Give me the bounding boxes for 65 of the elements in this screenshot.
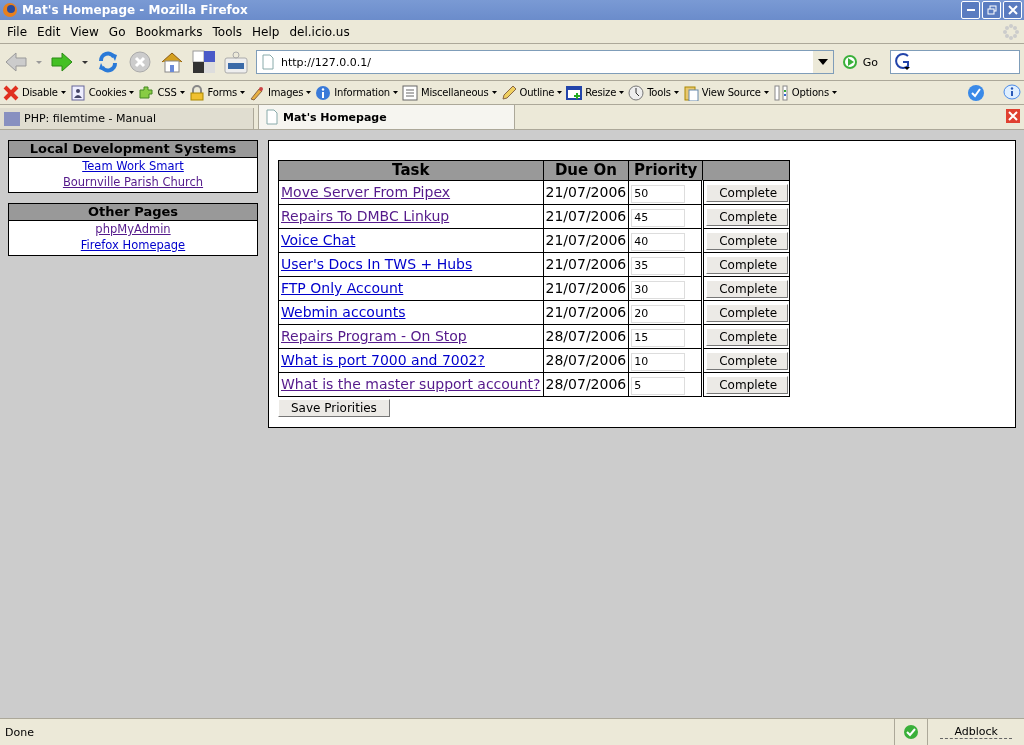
toolbar-menu-button[interactable]: Options <box>772 84 837 101</box>
due-date-cell: 21/07/2006 <box>543 204 629 229</box>
toolbar-menu-button[interactable]: Information <box>315 84 398 101</box>
complete-button[interactable]: Complete <box>706 352 789 370</box>
due-date-cell: 21/07/2006 <box>543 180 629 205</box>
priority-input[interactable]: 30 <box>631 280 686 299</box>
toolbar-menu-button[interactable]: Forms <box>188 84 245 101</box>
address-field[interactable]: http://127.0.0.1/ <box>256 50 834 74</box>
due-date-cell: 28/07/2006 <box>543 372 629 397</box>
priority-input[interactable]: 45 <box>631 208 686 227</box>
toolbar-menu-button[interactable]: Images <box>248 84 312 101</box>
toolbar-menu-button[interactable]: Outline <box>500 84 563 101</box>
column-header: Task <box>278 160 544 181</box>
toolbar-menu-button[interactable]: Cookies <box>69 84 135 101</box>
menu-item[interactable]: Tools <box>209 24 250 39</box>
complete-button[interactable]: Complete <box>706 304 789 322</box>
menu-item[interactable]: Bookmarks <box>132 24 210 39</box>
due-date-cell: 28/07/2006 <box>543 348 629 373</box>
status-text: Done <box>5 725 35 739</box>
complete-button[interactable]: Complete <box>706 208 789 226</box>
column-header: Due On <box>543 160 629 181</box>
toolbar-menu-button[interactable]: Resize <box>566 84 625 101</box>
menu-item[interactable]: Edit <box>34 24 68 39</box>
menu-item[interactable]: File <box>4 24 35 39</box>
complete-button[interactable]: Complete <box>706 232 789 250</box>
due-date-cell: 21/07/2006 <box>543 252 629 277</box>
browser-tab[interactable]: PHP: filemtime - Manual <box>0 108 254 129</box>
save-priorities-button[interactable]: Save Priorities <box>278 399 390 417</box>
window-title: Mat's Homepage - Mozilla Firefox <box>22 3 249 17</box>
toolbar-menu-button[interactable]: Miscellaneous <box>402 84 497 101</box>
task-link[interactable]: Voice Chat <box>281 232 356 248</box>
toolbar-menu-button[interactable]: Disable <box>3 84 66 101</box>
menu-item[interactable]: Go <box>105 24 133 39</box>
priority-input[interactable]: 35 <box>631 256 686 275</box>
toolbar-menu-button[interactable]: CSS <box>138 84 185 101</box>
sidebar-link[interactable]: Team Work Smart <box>82 158 184 174</box>
sidebar-link[interactable]: Bournville Parish Church <box>62 174 204 190</box>
sidebar-link[interactable]: phpMyAdmin <box>95 221 171 237</box>
due-date-cell: 21/07/2006 <box>543 228 629 253</box>
complete-button[interactable]: Complete <box>706 280 789 298</box>
priority-input[interactable]: 50 <box>631 184 686 203</box>
complete-button[interactable]: Complete <box>706 376 789 394</box>
priority-input[interactable]: 20 <box>631 304 686 323</box>
complete-button[interactable]: Complete <box>706 256 789 274</box>
go-button[interactable]: Go <box>841 54 882 70</box>
menu-item[interactable]: View <box>67 24 106 39</box>
panel-heading: Other Pages <box>9 204 257 221</box>
priority-input[interactable]: 40 <box>631 232 686 251</box>
browser-tab[interactable]: Mat's Homepage <box>258 104 515 129</box>
due-date-cell: 28/07/2006 <box>543 324 629 349</box>
due-date-cell: 21/07/2006 <box>543 300 629 325</box>
column-header: Priority <box>628 160 703 181</box>
complete-button[interactable]: Complete <box>706 328 789 346</box>
menu-item[interactable]: del.icio.us <box>286 24 357 39</box>
complete-button[interactable]: Complete <box>706 184 789 202</box>
priority-input[interactable]: 15 <box>631 328 686 347</box>
priority-input[interactable]: 10 <box>631 352 686 371</box>
menu-item[interactable]: Help <box>249 24 287 39</box>
sidebar-link[interactable]: Firefox Homepage <box>80 237 186 253</box>
toolbar-menu-button[interactable]: View Source <box>682 84 769 101</box>
toolbar-menu-button[interactable]: Tools <box>628 84 679 101</box>
due-date-cell: 21/07/2006 <box>543 276 629 301</box>
priority-input[interactable]: 5 <box>631 376 686 395</box>
adblock-label[interactable]: Adblock <box>940 725 1012 739</box>
panel-heading: Local Development Systems <box>9 141 257 158</box>
